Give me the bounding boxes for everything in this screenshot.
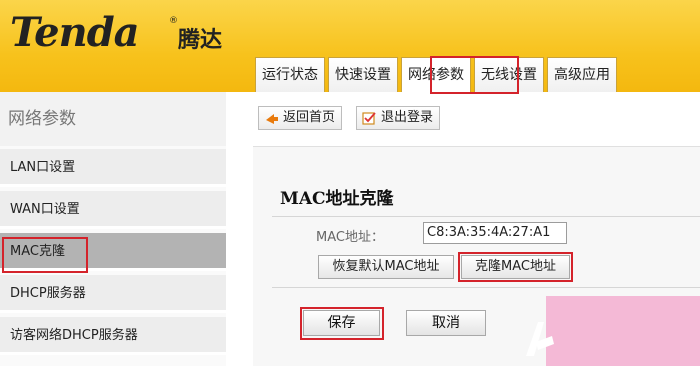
home-arrow-icon [266,114,278,124]
sidebar-title: 网络参数 [0,92,226,146]
home-button[interactable]: 返回首页 [258,106,343,130]
sidebar-item-wan[interactable]: WAN口设置 [0,191,226,229]
logout-check-icon [362,112,376,125]
save-button-highlight-box [300,307,384,340]
section-divider [272,216,700,217]
sidebar-item-lan[interactable]: LAN口设置 [0,149,226,187]
sidebar-item-dhcp[interactable]: DHCP服务器 [0,275,226,313]
mac-address-input[interactable]: C8:3A:35:4A:27:A1 [423,222,567,244]
clone-button-highlight-box [458,252,573,282]
logo-chinese-text: 腾达 [178,28,223,53]
sidebar: 网络参数 LAN口设置 WAN口设置 MAC克隆 DHCP服务器 访客网络DHC… [0,92,226,366]
mac-address-label: MAC地址： [316,230,384,245]
tab-status[interactable]: 运行状态 [255,57,325,92]
section-title: MAC地址克隆 [280,189,394,209]
logo-registered-mark: ® [169,16,178,26]
sidebar-item-guest-dhcp[interactable]: 访客网络DHCP服务器 [0,317,226,355]
logout-button-label: 退出登录 [381,110,434,125]
logo-text: Tenda [10,9,140,56]
home-button-label: 返回首页 [283,110,336,125]
header-bar: Tenda ® 腾达 运行状态 快速设置 网络参数 无线设置 高级应用 [0,0,700,92]
logout-button[interactable]: 退出登录 [356,106,441,130]
action-divider [272,287,700,288]
tab-advanced[interactable]: 高级应用 [547,57,617,92]
tab-highlight-box [430,56,519,94]
watermark-block [546,296,700,366]
watermark-logo-icon [526,322,554,356]
sidebar-highlight-box [2,237,88,273]
restore-default-mac-button[interactable]: 恢复默认MAC地址 [318,255,454,279]
cancel-button[interactable]: 取消 [406,310,486,336]
tab-quick-setup[interactable]: 快速设置 [328,57,398,92]
